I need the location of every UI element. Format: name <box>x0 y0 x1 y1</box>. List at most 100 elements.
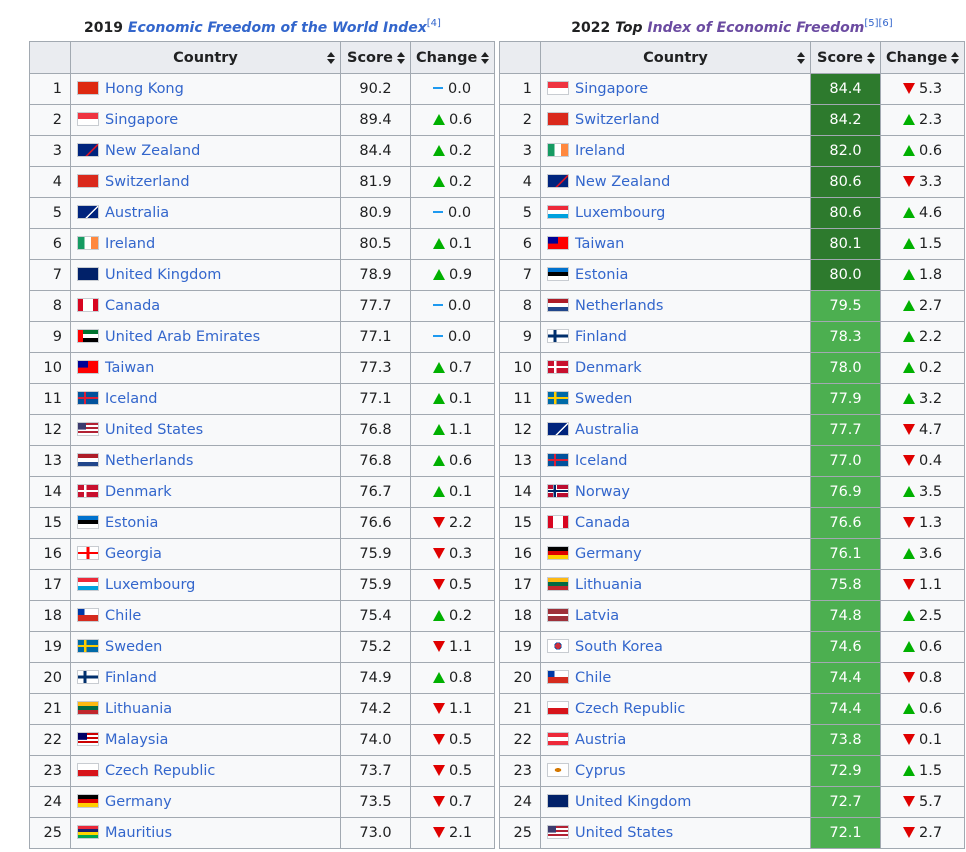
header-country[interactable]: Country <box>540 41 811 74</box>
sg-flag-icon[interactable] <box>77 112 99 126</box>
header-score[interactable]: Score <box>810 41 881 74</box>
is-flag-icon[interactable] <box>77 391 99 405</box>
sort-icon[interactable] <box>797 52 805 64</box>
country-link[interactable]: Finland <box>105 670 157 686</box>
country-link[interactable]: Canada <box>105 298 160 314</box>
caption-link[interactable]: Index of Economic Freedom <box>647 20 864 36</box>
sort-icon[interactable] <box>397 52 405 64</box>
nl-flag-icon[interactable] <box>77 453 99 467</box>
gb-flag-icon[interactable] <box>77 267 99 281</box>
country-link[interactable]: Estonia <box>575 267 628 283</box>
country-link[interactable]: United Kingdom <box>575 794 691 810</box>
country-link[interactable]: Finland <box>575 329 627 345</box>
sort-icon[interactable] <box>867 52 875 64</box>
country-link[interactable]: Iceland <box>105 391 157 407</box>
cl-flag-icon[interactable] <box>547 670 569 684</box>
country-link[interactable]: Germany <box>575 546 642 562</box>
header-score[interactable]: Score <box>340 41 411 74</box>
us-flag-icon[interactable] <box>77 422 99 436</box>
tw-flag-icon[interactable] <box>77 360 99 374</box>
country-link[interactable]: Georgia <box>105 546 162 562</box>
country-link[interactable]: United Arab Emirates <box>105 329 260 345</box>
de-flag-icon[interactable] <box>77 794 99 808</box>
header-country[interactable]: Country <box>70 41 341 74</box>
country-link[interactable]: Estonia <box>105 515 158 531</box>
fi-flag-icon[interactable] <box>547 329 569 343</box>
no-flag-icon[interactable] <box>547 484 569 498</box>
country-link[interactable]: Netherlands <box>105 453 193 469</box>
cz-flag-icon[interactable] <box>77 763 99 777</box>
dk-flag-icon[interactable] <box>77 484 99 498</box>
hk-flag-icon[interactable] <box>77 81 99 95</box>
country-link[interactable]: Singapore <box>105 112 178 128</box>
nz-flag-icon[interactable] <box>547 174 569 188</box>
country-link[interactable]: United Kingdom <box>105 267 221 283</box>
country-link[interactable]: Ireland <box>575 143 625 159</box>
my-flag-icon[interactable] <box>77 732 99 746</box>
country-link[interactable]: Chile <box>575 670 611 686</box>
au-flag-icon[interactable] <box>547 422 569 436</box>
sort-icon[interactable] <box>327 52 335 64</box>
country-link[interactable]: South Korea <box>575 639 663 655</box>
country-link[interactable]: Switzerland <box>105 174 190 190</box>
ca-flag-icon[interactable] <box>77 298 99 312</box>
caption-ref[interactable]: [4] <box>427 18 441 29</box>
country-link[interactable]: Iceland <box>575 453 627 469</box>
kr-flag-icon[interactable] <box>547 639 569 653</box>
sort-icon[interactable] <box>481 52 489 64</box>
country-link[interactable]: Czech Republic <box>105 763 215 779</box>
country-link[interactable]: Chile <box>105 608 141 624</box>
country-link[interactable]: Luxembourg <box>105 577 195 593</box>
ch-flag-icon[interactable] <box>547 112 569 126</box>
mu-flag-icon[interactable] <box>77 825 99 839</box>
de-flag-icon[interactable] <box>547 546 569 560</box>
country-link[interactable]: Lithuania <box>105 701 172 717</box>
country-link[interactable]: Ireland <box>105 236 155 252</box>
country-link[interactable]: Austria <box>575 732 626 748</box>
fi-flag-icon[interactable] <box>77 670 99 684</box>
ee-flag-icon[interactable] <box>77 515 99 529</box>
au-flag-icon[interactable] <box>77 205 99 219</box>
country-link[interactable]: Canada <box>575 515 630 531</box>
country-link[interactable]: Sweden <box>575 391 632 407</box>
at-flag-icon[interactable] <box>547 732 569 746</box>
se-flag-icon[interactable] <box>77 639 99 653</box>
country-link[interactable]: Hong Kong <box>105 81 184 97</box>
country-link[interactable]: Lithuania <box>575 577 642 593</box>
ae-flag-icon[interactable] <box>77 329 99 343</box>
ca-flag-icon[interactable] <box>547 515 569 529</box>
country-link[interactable]: Taiwan <box>105 360 154 376</box>
country-link[interactable]: Denmark <box>575 360 642 376</box>
country-link[interactable]: Malaysia <box>105 732 168 748</box>
country-link[interactable]: Sweden <box>105 639 162 655</box>
country-link[interactable]: Luxembourg <box>575 205 665 221</box>
cz-flag-icon[interactable] <box>547 701 569 715</box>
ie-flag-icon[interactable] <box>547 143 569 157</box>
lu-flag-icon[interactable] <box>77 577 99 591</box>
header-change[interactable]: Change <box>410 41 495 74</box>
sort-icon[interactable] <box>951 52 959 64</box>
cl-flag-icon[interactable] <box>77 608 99 622</box>
us-flag-icon[interactable] <box>547 825 569 839</box>
lv-flag-icon[interactable] <box>547 608 569 622</box>
caption-ref[interactable]: [5][6] <box>864 18 892 29</box>
country-link[interactable]: New Zealand <box>105 143 200 159</box>
lu-flag-icon[interactable] <box>547 205 569 219</box>
lt-flag-icon[interactable] <box>547 577 569 591</box>
cy-flag-icon[interactable] <box>547 763 569 777</box>
lt-flag-icon[interactable] <box>77 701 99 715</box>
country-link[interactable]: Taiwan <box>575 236 624 252</box>
header-change[interactable]: Change <box>880 41 965 74</box>
country-link[interactable]: Netherlands <box>575 298 663 314</box>
ee-flag-icon[interactable] <box>547 267 569 281</box>
country-link[interactable]: Switzerland <box>575 112 660 128</box>
country-link[interactable]: Czech Republic <box>575 701 685 717</box>
sg-flag-icon[interactable] <box>547 81 569 95</box>
country-link[interactable]: Australia <box>105 205 169 221</box>
tw-flag-icon[interactable] <box>547 236 569 250</box>
country-link[interactable]: Latvia <box>575 608 619 624</box>
country-link[interactable]: United States <box>105 422 203 438</box>
country-link[interactable]: New Zealand <box>575 174 670 190</box>
country-link[interactable]: Norway <box>575 484 630 500</box>
country-link[interactable]: Australia <box>575 422 639 438</box>
